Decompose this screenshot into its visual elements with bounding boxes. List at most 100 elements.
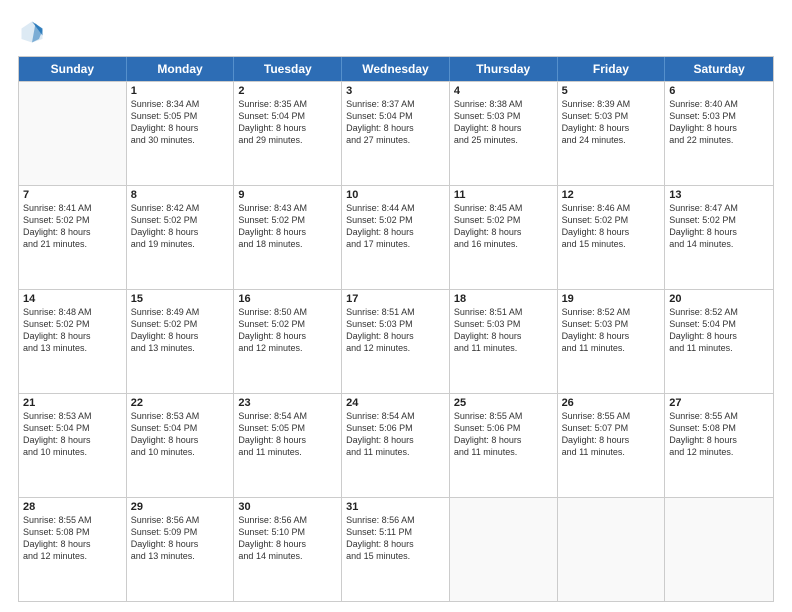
day-number: 15 [131, 293, 230, 305]
calendar-cell-week3-day5: 19Sunrise: 8:52 AM Sunset: 5:03 PM Dayli… [558, 290, 666, 393]
calendar-cell-week3-day2: 16Sunrise: 8:50 AM Sunset: 5:02 PM Dayli… [234, 290, 342, 393]
day-info: Sunrise: 8:37 AM Sunset: 5:04 PM Dayligh… [346, 98, 445, 147]
day-number: 26 [562, 397, 661, 409]
day-info: Sunrise: 8:51 AM Sunset: 5:03 PM Dayligh… [454, 306, 553, 355]
calendar-cell-week4-day0: 21Sunrise: 8:53 AM Sunset: 5:04 PM Dayli… [19, 394, 127, 497]
day-number: 19 [562, 293, 661, 305]
weekday-header-thursday: Thursday [450, 57, 558, 81]
day-number: 11 [454, 189, 553, 201]
calendar-cell-week5-day0: 28Sunrise: 8:55 AM Sunset: 5:08 PM Dayli… [19, 498, 127, 601]
day-info: Sunrise: 8:44 AM Sunset: 5:02 PM Dayligh… [346, 202, 445, 251]
day-info: Sunrise: 8:56 AM Sunset: 5:10 PM Dayligh… [238, 514, 337, 563]
calendar-row-4: 21Sunrise: 8:53 AM Sunset: 5:04 PM Dayli… [19, 393, 773, 497]
header [18, 18, 774, 46]
calendar-cell-week5-day5 [558, 498, 666, 601]
calendar-cell-week2-day0: 7Sunrise: 8:41 AM Sunset: 5:02 PM Daylig… [19, 186, 127, 289]
calendar-cell-week2-day1: 8Sunrise: 8:42 AM Sunset: 5:02 PM Daylig… [127, 186, 235, 289]
calendar-cell-week4-day1: 22Sunrise: 8:53 AM Sunset: 5:04 PM Dayli… [127, 394, 235, 497]
calendar-cell-week3-day4: 18Sunrise: 8:51 AM Sunset: 5:03 PM Dayli… [450, 290, 558, 393]
day-info: Sunrise: 8:45 AM Sunset: 5:02 PM Dayligh… [454, 202, 553, 251]
day-info: Sunrise: 8:52 AM Sunset: 5:03 PM Dayligh… [562, 306, 661, 355]
day-info: Sunrise: 8:54 AM Sunset: 5:05 PM Dayligh… [238, 410, 337, 459]
calendar-cell-week1-day2: 2Sunrise: 8:35 AM Sunset: 5:04 PM Daylig… [234, 82, 342, 185]
calendar-cell-week5-day1: 29Sunrise: 8:56 AM Sunset: 5:09 PM Dayli… [127, 498, 235, 601]
calendar-cell-week3-day6: 20Sunrise: 8:52 AM Sunset: 5:04 PM Dayli… [665, 290, 773, 393]
day-number: 8 [131, 189, 230, 201]
day-info: Sunrise: 8:35 AM Sunset: 5:04 PM Dayligh… [238, 98, 337, 147]
day-info: Sunrise: 8:52 AM Sunset: 5:04 PM Dayligh… [669, 306, 769, 355]
calendar-cell-week2-day4: 11Sunrise: 8:45 AM Sunset: 5:02 PM Dayli… [450, 186, 558, 289]
day-number: 31 [346, 501, 445, 513]
calendar-row-2: 7Sunrise: 8:41 AM Sunset: 5:02 PM Daylig… [19, 185, 773, 289]
day-number: 22 [131, 397, 230, 409]
day-number: 20 [669, 293, 769, 305]
day-number: 28 [23, 501, 122, 513]
day-info: Sunrise: 8:34 AM Sunset: 5:05 PM Dayligh… [131, 98, 230, 147]
day-number: 23 [238, 397, 337, 409]
day-info: Sunrise: 8:40 AM Sunset: 5:03 PM Dayligh… [669, 98, 769, 147]
day-number: 17 [346, 293, 445, 305]
day-number: 6 [669, 85, 769, 97]
day-number: 5 [562, 85, 661, 97]
day-info: Sunrise: 8:55 AM Sunset: 5:06 PM Dayligh… [454, 410, 553, 459]
day-info: Sunrise: 8:49 AM Sunset: 5:02 PM Dayligh… [131, 306, 230, 355]
day-info: Sunrise: 8:38 AM Sunset: 5:03 PM Dayligh… [454, 98, 553, 147]
day-info: Sunrise: 8:54 AM Sunset: 5:06 PM Dayligh… [346, 410, 445, 459]
day-number: 7 [23, 189, 122, 201]
calendar-cell-week2-day3: 10Sunrise: 8:44 AM Sunset: 5:02 PM Dayli… [342, 186, 450, 289]
day-info: Sunrise: 8:43 AM Sunset: 5:02 PM Dayligh… [238, 202, 337, 251]
calendar-cell-week1-day4: 4Sunrise: 8:38 AM Sunset: 5:03 PM Daylig… [450, 82, 558, 185]
day-number: 1 [131, 85, 230, 97]
day-info: Sunrise: 8:51 AM Sunset: 5:03 PM Dayligh… [346, 306, 445, 355]
calendar-cell-week5-day6 [665, 498, 773, 601]
calendar-cell-week1-day5: 5Sunrise: 8:39 AM Sunset: 5:03 PM Daylig… [558, 82, 666, 185]
day-number: 4 [454, 85, 553, 97]
logo [18, 18, 50, 46]
calendar-cell-week3-day1: 15Sunrise: 8:49 AM Sunset: 5:02 PM Dayli… [127, 290, 235, 393]
calendar-row-3: 14Sunrise: 8:48 AM Sunset: 5:02 PM Dayli… [19, 289, 773, 393]
calendar-cell-week4-day3: 24Sunrise: 8:54 AM Sunset: 5:06 PM Dayli… [342, 394, 450, 497]
day-info: Sunrise: 8:50 AM Sunset: 5:02 PM Dayligh… [238, 306, 337, 355]
weekday-header-sunday: Sunday [19, 57, 127, 81]
day-info: Sunrise: 8:46 AM Sunset: 5:02 PM Dayligh… [562, 202, 661, 251]
day-number: 30 [238, 501, 337, 513]
day-number: 12 [562, 189, 661, 201]
day-number: 9 [238, 189, 337, 201]
day-number: 25 [454, 397, 553, 409]
calendar-row-1: 1Sunrise: 8:34 AM Sunset: 5:05 PM Daylig… [19, 81, 773, 185]
calendar: SundayMondayTuesdayWednesdayThursdayFrid… [18, 56, 774, 602]
calendar-header: SundayMondayTuesdayWednesdayThursdayFrid… [19, 57, 773, 81]
calendar-row-5: 28Sunrise: 8:55 AM Sunset: 5:08 PM Dayli… [19, 497, 773, 601]
calendar-cell-week1-day0 [19, 82, 127, 185]
day-info: Sunrise: 8:55 AM Sunset: 5:08 PM Dayligh… [23, 514, 122, 563]
calendar-cell-week3-day3: 17Sunrise: 8:51 AM Sunset: 5:03 PM Dayli… [342, 290, 450, 393]
page: SundayMondayTuesdayWednesdayThursdayFrid… [0, 0, 792, 612]
day-number: 2 [238, 85, 337, 97]
day-number: 18 [454, 293, 553, 305]
calendar-cell-week2-day5: 12Sunrise: 8:46 AM Sunset: 5:02 PM Dayli… [558, 186, 666, 289]
day-number: 29 [131, 501, 230, 513]
logo-icon [18, 18, 46, 46]
day-number: 14 [23, 293, 122, 305]
day-info: Sunrise: 8:55 AM Sunset: 5:08 PM Dayligh… [669, 410, 769, 459]
day-info: Sunrise: 8:47 AM Sunset: 5:02 PM Dayligh… [669, 202, 769, 251]
day-number: 3 [346, 85, 445, 97]
weekday-header-monday: Monday [127, 57, 235, 81]
day-info: Sunrise: 8:48 AM Sunset: 5:02 PM Dayligh… [23, 306, 122, 355]
day-number: 16 [238, 293, 337, 305]
weekday-header-saturday: Saturday [665, 57, 773, 81]
weekday-header-friday: Friday [558, 57, 666, 81]
day-info: Sunrise: 8:39 AM Sunset: 5:03 PM Dayligh… [562, 98, 661, 147]
day-info: Sunrise: 8:53 AM Sunset: 5:04 PM Dayligh… [23, 410, 122, 459]
calendar-cell-week2-day6: 13Sunrise: 8:47 AM Sunset: 5:02 PM Dayli… [665, 186, 773, 289]
calendar-body: 1Sunrise: 8:34 AM Sunset: 5:05 PM Daylig… [19, 81, 773, 601]
day-info: Sunrise: 8:56 AM Sunset: 5:11 PM Dayligh… [346, 514, 445, 563]
calendar-cell-week3-day0: 14Sunrise: 8:48 AM Sunset: 5:02 PM Dayli… [19, 290, 127, 393]
calendar-cell-week1-day3: 3Sunrise: 8:37 AM Sunset: 5:04 PM Daylig… [342, 82, 450, 185]
calendar-cell-week4-day5: 26Sunrise: 8:55 AM Sunset: 5:07 PM Dayli… [558, 394, 666, 497]
day-info: Sunrise: 8:56 AM Sunset: 5:09 PM Dayligh… [131, 514, 230, 563]
calendar-cell-week4-day6: 27Sunrise: 8:55 AM Sunset: 5:08 PM Dayli… [665, 394, 773, 497]
day-info: Sunrise: 8:53 AM Sunset: 5:04 PM Dayligh… [131, 410, 230, 459]
weekday-header-wednesday: Wednesday [342, 57, 450, 81]
weekday-header-tuesday: Tuesday [234, 57, 342, 81]
